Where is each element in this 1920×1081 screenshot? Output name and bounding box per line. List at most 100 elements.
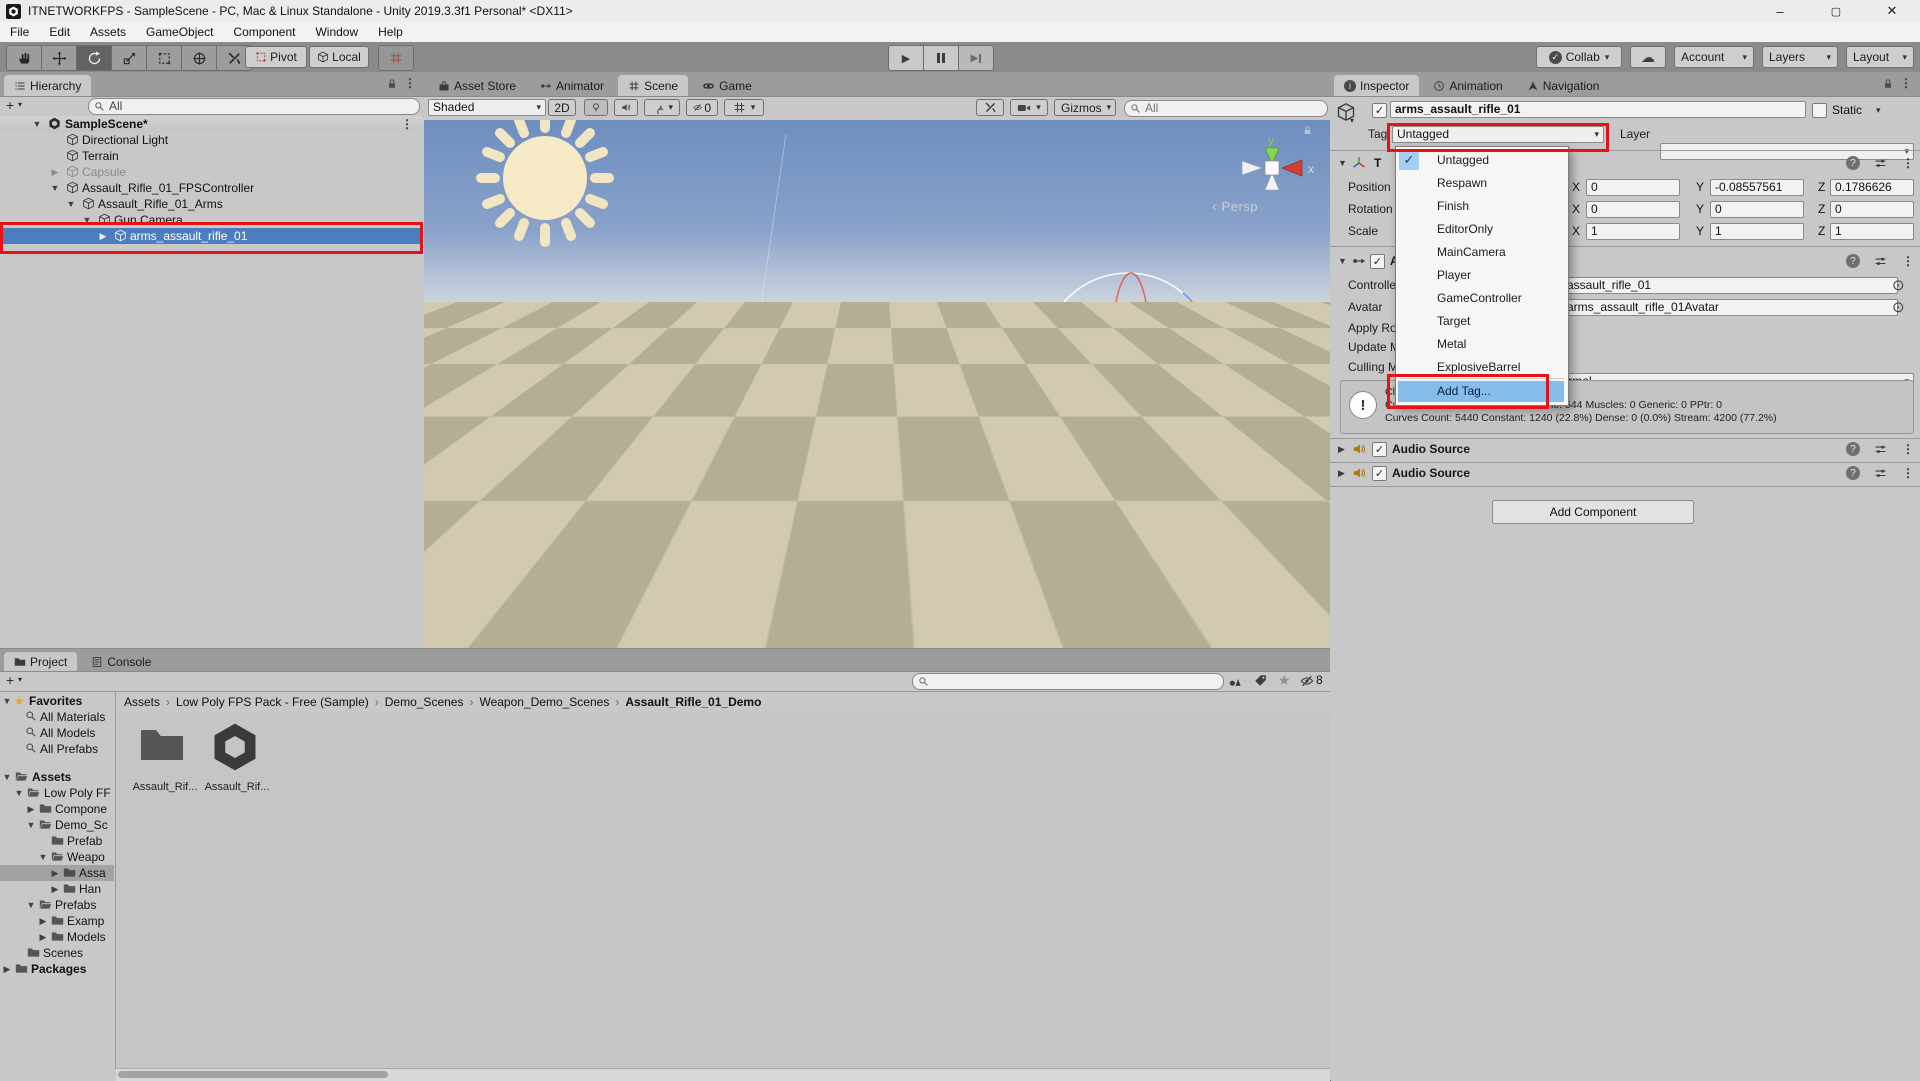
help-icon[interactable] — [1846, 156, 1860, 170]
tag-option[interactable]: Finish — [1396, 195, 1568, 217]
step-button[interactable]: ▶ — [959, 45, 994, 71]
hidden-objects-button[interactable]: 0 — [686, 99, 718, 116]
tag-option[interactable]: GameController — [1396, 287, 1568, 309]
gizmos-dropdown[interactable]: Gizmos — [1054, 99, 1116, 116]
account-dropdown[interactable]: Account — [1674, 46, 1754, 68]
component-menu-icon[interactable] — [1902, 156, 1914, 170]
tab-game[interactable]: Game — [692, 75, 762, 96]
breadcrumb-item[interactable]: Weapon_Demo_Scenes — [479, 695, 609, 709]
breadcrumb-current[interactable]: Assault_Rifle_01_Demo — [625, 695, 761, 709]
asset-item-folder[interactable]: Assault_Rif... — [130, 721, 200, 799]
search-by-label-icon[interactable] — [1254, 674, 1267, 687]
tree-row[interactable]: Prefabs — [0, 897, 114, 913]
hierarchy-menu-icon[interactable] — [404, 76, 416, 90]
tag-option[interactable]: Metal — [1396, 333, 1568, 355]
tab-animator[interactable]: Animator — [530, 75, 614, 96]
tag-option[interactable]: EditorOnly — [1396, 218, 1568, 240]
menu-gameobject[interactable]: GameObject — [136, 22, 223, 42]
add-object-caret[interactable]: ▾ — [18, 100, 22, 109]
tab-console[interactable]: Console — [81, 652, 161, 671]
minimize-button[interactable]: – — [1752, 0, 1808, 22]
hierarchy-search-input[interactable]: All — [88, 98, 420, 115]
audio-source-enabled-checkbox[interactable] — [1372, 442, 1387, 457]
transform-tool-button[interactable] — [182, 45, 217, 71]
tag-option[interactable]: Target — [1396, 310, 1568, 332]
transform-foldout[interactable] — [1338, 158, 1347, 168]
help-icon[interactable] — [1846, 442, 1860, 456]
audio-source-foldout[interactable] — [1338, 468, 1345, 479]
hidden-count-icon[interactable] — [1300, 674, 1314, 688]
tree-row[interactable]: Compone — [0, 801, 114, 817]
cloud-button[interactable]: ☁ — [1630, 46, 1666, 68]
component-menu-icon[interactable] — [1902, 442, 1914, 456]
tree-row-packages[interactable]: Packages — [0, 961, 114, 977]
hand-tool-button[interactable] — [6, 45, 42, 71]
hierarchy-row-selected[interactable]: arms_assault_rifle_01 — [0, 228, 423, 244]
audio-source-foldout[interactable] — [1338, 444, 1345, 455]
static-caret[interactable]: ▾ — [1876, 105, 1881, 116]
scene-camera-button[interactable] — [1010, 99, 1048, 116]
static-checkbox[interactable] — [1812, 103, 1827, 118]
tree-row[interactable]: Models — [0, 929, 114, 945]
tree-row[interactable]: Low Poly FF — [0, 785, 114, 801]
hierarchy-row[interactable]: Assault_Rifle_01_Arms — [0, 196, 423, 212]
breadcrumb-item[interactable]: Assets — [124, 695, 160, 709]
tab-project[interactable]: Project — [4, 652, 78, 671]
directional-light-gizmo[interactable] — [475, 120, 615, 248]
play-button[interactable]: ▶ — [888, 45, 924, 71]
add-object-button[interactable]: + — [6, 97, 14, 113]
help-icon[interactable] — [1846, 254, 1860, 268]
tree-row[interactable]: All Materials — [0, 709, 114, 725]
create-asset-button[interactable]: + — [6, 672, 14, 688]
favorites-star-icon[interactable]: ★ — [1278, 672, 1291, 689]
audio-source-enabled-checkbox[interactable] — [1372, 466, 1387, 481]
grid-snap-button[interactable] — [378, 45, 414, 71]
horizontal-scrollbar[interactable] — [116, 1068, 1330, 1081]
tab-asset-store[interactable]: Asset Store — [428, 75, 526, 96]
tree-row[interactable]: Weapo — [0, 849, 114, 865]
tree-row[interactable]: Scenes — [0, 945, 114, 961]
close-button[interactable]: ✕ — [1864, 0, 1920, 22]
2d-toggle-button[interactable]: 2D — [548, 99, 576, 116]
rotation-y-field[interactable]: 0 — [1710, 201, 1804, 218]
scale-z-field[interactable]: 1 — [1830, 223, 1914, 240]
search-by-type-icon[interactable] — [1228, 674, 1242, 688]
scene-viewport[interactable]: y x ‹ Persp — [424, 120, 1330, 648]
collab-button[interactable]: ✓ Collab — [1536, 46, 1622, 68]
controller-field[interactable]: assault_rifle_01 — [1548, 277, 1898, 294]
breadcrumb-item[interactable]: Low Poly FPS Pack - Free (Sample) — [176, 695, 369, 709]
pivot-toggle-button[interactable]: Pivot — [245, 46, 307, 68]
asset-item-prefab[interactable]: Assault_Rif... — [202, 721, 272, 799]
inspector-menu-icon[interactable] — [1900, 76, 1912, 90]
layers-dropdown[interactable]: Layers — [1762, 46, 1838, 68]
move-tool-button[interactable] — [42, 45, 77, 71]
tab-hierarchy[interactable]: Hierarchy — [4, 75, 92, 96]
position-z-field[interactable]: 0.1786626 — [1830, 179, 1914, 196]
scale-x-field[interactable]: 1 — [1586, 223, 1680, 240]
tab-scene[interactable]: Scene — [618, 75, 689, 96]
tree-row[interactable]: Demo_Sc — [0, 817, 114, 833]
scene-search-input[interactable]: All — [1124, 100, 1328, 117]
tree-row[interactable]: Examp — [0, 913, 114, 929]
menu-component[interactable]: Component — [223, 22, 305, 42]
scrollbar-thumb[interactable] — [118, 1071, 388, 1078]
lock-icon[interactable] — [386, 78, 398, 90]
rect-tool-button[interactable] — [147, 45, 182, 71]
position-x-field[interactable]: 0 — [1586, 179, 1680, 196]
layout-dropdown[interactable]: Layout — [1846, 46, 1914, 68]
animator-foldout[interactable] — [1338, 256, 1347, 266]
tab-navigation[interactable]: Navigation — [1517, 75, 1610, 96]
menu-assets[interactable]: Assets — [80, 22, 136, 42]
animator-enabled-checkbox[interactable] — [1370, 254, 1385, 269]
active-checkbox[interactable] — [1372, 103, 1387, 118]
tree-row[interactable]: All Prefabs — [0, 741, 114, 757]
menu-edit[interactable]: Edit — [39, 22, 80, 42]
hierarchy-row[interactable]: Gun Camera — [0, 212, 423, 228]
tree-row[interactable]: All Models — [0, 725, 114, 741]
pause-button[interactable] — [924, 45, 959, 71]
rotate-tool-button[interactable] — [77, 45, 112, 71]
hierarchy-row-scene[interactable]: SampleScene* — [0, 116, 423, 132]
tab-inspector[interactable]: i Inspector — [1334, 75, 1420, 96]
tree-row[interactable]: Prefab — [0, 833, 114, 849]
hierarchy-row[interactable]: Assault_Rifle_01_FPSController — [0, 180, 423, 196]
